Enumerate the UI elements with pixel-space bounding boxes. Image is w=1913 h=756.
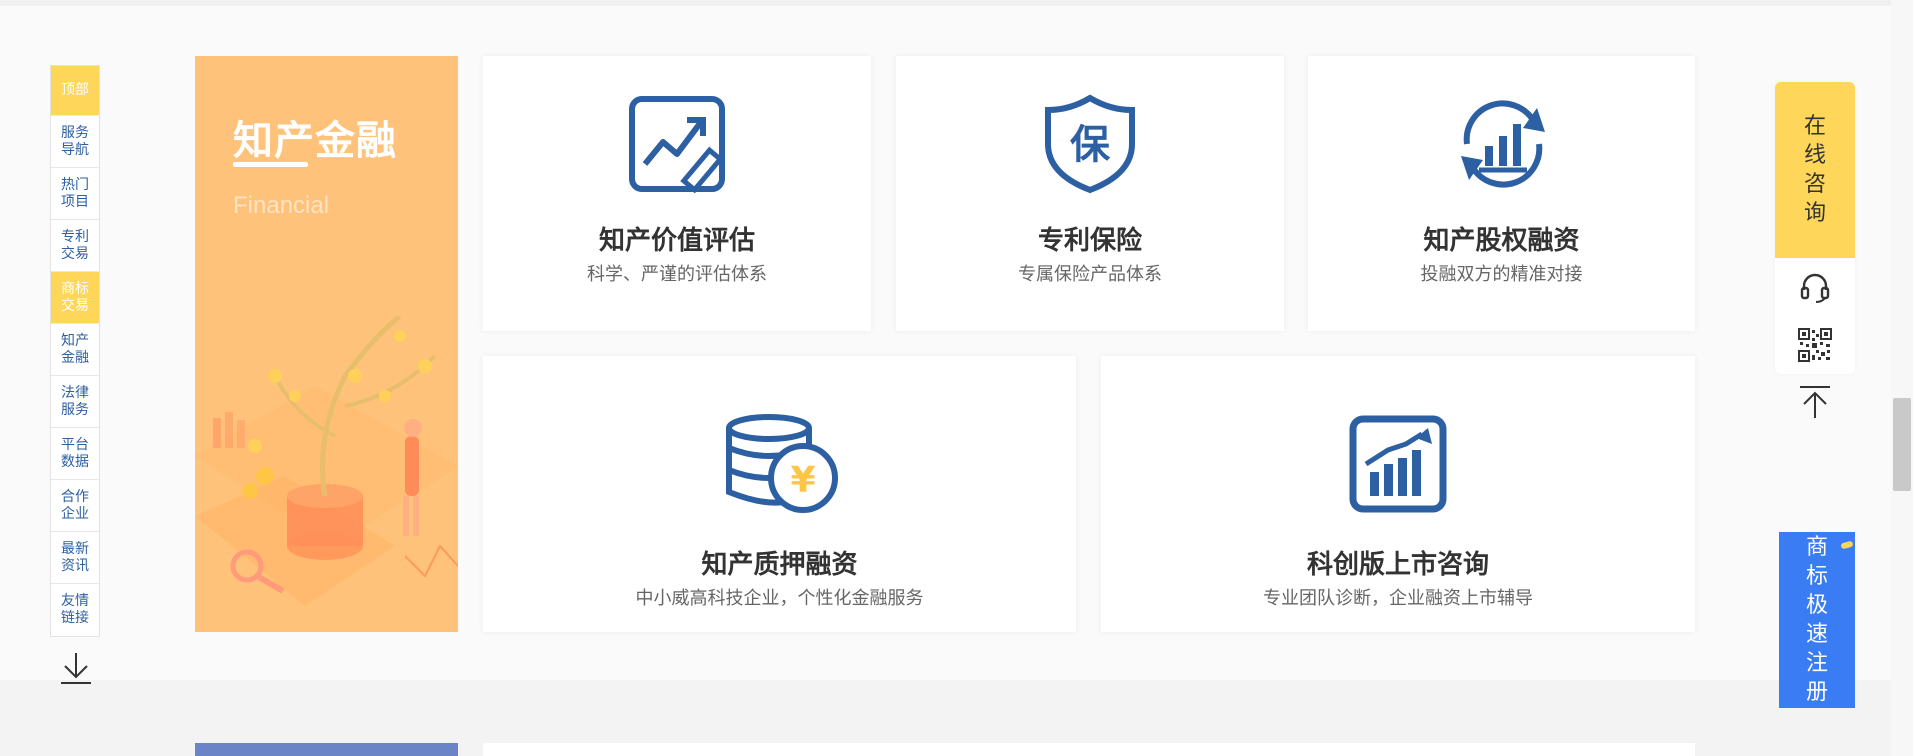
service-card-pledge-financing[interactable]: ¥ 知产质押融资 中小威高科技企业，个性化金融服务 <box>483 356 1076 632</box>
nav-item-legal-service[interactable]: 法律服务 <box>51 376 99 428</box>
arrow-down-icon <box>61 653 91 684</box>
service-card-star-market-ipo[interactable]: 科创版上市咨询 专业团队诊断，企业融资上市辅导 <box>1101 356 1695 632</box>
scroll-down-button[interactable] <box>58 648 94 688</box>
register-char: 注 <box>1805 651 1828 676</box>
card-title: 知产价值评估 <box>598 226 755 256</box>
back-to-top-button[interactable] <box>1793 380 1837 424</box>
nav-item-platform-data[interactable]: 平台数据 <box>51 428 99 480</box>
consult-char: 线 <box>1803 143 1826 168</box>
consult-char: 咨 <box>1803 172 1826 197</box>
service-card-equity-financing[interactable]: 知产股权融资 投融双方的精准对接 <box>1308 56 1695 331</box>
nav-item-hot-projects[interactable]: 热门项目 <box>51 168 99 220</box>
register-char: 极 <box>1805 593 1828 618</box>
register-char: 商 <box>1805 535 1828 560</box>
coins-icon: ¥ <box>726 414 838 513</box>
nav-item-news[interactable]: 最新资讯 <box>51 532 99 584</box>
nav-item-top[interactable]: 顶部 <box>51 66 99 116</box>
next-section-content <box>483 743 1695 756</box>
nav-item-patent-trade[interactable]: 专利交易 <box>51 220 99 272</box>
card-description: 投融双方的精准对接 <box>1420 264 1583 285</box>
financial-banner: 知产金融 Financial <box>195 56 458 632</box>
yuan-symbol: ¥ <box>790 460 815 501</box>
register-char: 标 <box>1805 564 1828 589</box>
right-floating-widget: 在 线 咨 询 <box>1775 82 1855 374</box>
banner-title: 知产金融 <box>233 118 397 164</box>
page-scrollbar-thumb[interactable] <box>1893 398 1911 491</box>
next-section-banner <box>195 743 458 756</box>
consult-char: 在 <box>1803 114 1826 139</box>
nav-item-trademark-trade[interactable]: 商标交易 <box>51 272 99 324</box>
finance-illustration <box>195 316 458 606</box>
shield-text: 保 <box>1070 122 1111 168</box>
qr-code-icon <box>1798 328 1832 362</box>
customer-service-button[interactable] <box>1775 258 1855 316</box>
register-char: 册 <box>1805 680 1828 705</box>
spark-decoration <box>1840 540 1854 550</box>
nav-item-ip-finance[interactable]: 知产金融 <box>51 324 99 376</box>
arrow-up-icon <box>1800 386 1830 418</box>
chart-edit-icon <box>629 96 725 194</box>
service-card-ip-valuation[interactable]: 知产价值评估 科学、严谨的评估体系 <box>483 56 871 331</box>
banner-subtitle: Financial <box>233 192 330 219</box>
card-description: 中小威高科技企业，个性化金融服务 <box>635 588 924 609</box>
growth-chart-icon <box>1349 415 1447 513</box>
qr-code-button[interactable] <box>1775 316 1855 374</box>
card-title: 知产质押融资 <box>701 550 858 580</box>
online-consult-button[interactable]: 在 线 咨 询 <box>1775 82 1855 258</box>
card-description: 科学、严谨的评估体系 <box>587 264 767 285</box>
card-description: 专属保险产品体系 <box>1018 264 1162 285</box>
card-description: 专业团队诊断，企业融资上市辅导 <box>1263 588 1533 609</box>
nav-item-service-nav[interactable]: 服务导航 <box>51 116 99 168</box>
card-title: 知产股权融资 <box>1423 226 1580 256</box>
trademark-fast-register-button[interactable]: 商 标 极 速 注 册 <box>1779 532 1855 708</box>
card-title: 科创版上市咨询 <box>1306 550 1489 580</box>
cycle-chart-icon <box>1461 100 1545 188</box>
nav-item-links[interactable]: 友情链接 <box>51 584 99 636</box>
left-floating-nav: 顶部 服务导航 热门项目 专利交易 商标交易 知产金融 法律服务 平台数据 合作… <box>50 65 100 637</box>
headset-icon <box>1800 273 1830 303</box>
shield-icon: 保 <box>1045 94 1135 194</box>
register-char: 速 <box>1805 622 1828 647</box>
banner-title-underline <box>233 162 308 167</box>
card-title: 专利保险 <box>1037 226 1142 256</box>
nav-item-partners[interactable]: 合作企业 <box>51 480 99 532</box>
consult-char: 询 <box>1803 201 1826 226</box>
page-scrollbar-track[interactable] <box>1891 0 1913 756</box>
service-card-patent-insurance[interactable]: 保 专利保险 专属保险产品体系 <box>896 56 1284 331</box>
